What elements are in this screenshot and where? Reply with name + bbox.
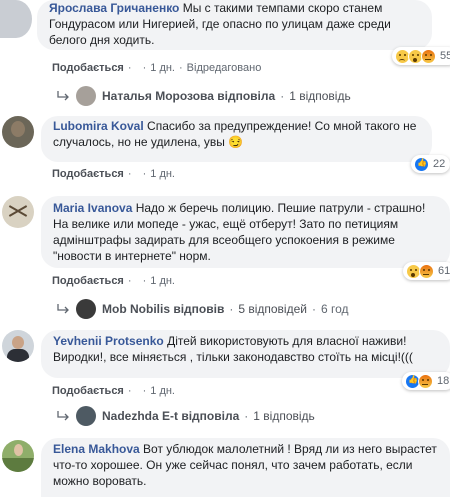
comment-bubble: Ярослава Гричаненко Мы с такими темпами … — [37, 0, 432, 50]
reply-link[interactable] — [136, 168, 139, 180]
reply-author[interactable]: Наталья Морозова відповіла — [102, 89, 275, 103]
avatar[interactable] — [2, 116, 34, 148]
reaction-count: 22 — [433, 158, 446, 170]
reaction-summary[interactable]: 18 — [402, 372, 450, 390]
reply-count[interactable]: 1 відповідь — [289, 89, 351, 103]
like-reaction-icon — [414, 156, 429, 172]
avatar[interactable] — [0, 0, 32, 38]
comment-author[interactable]: Lubomira Koval — [53, 119, 144, 133]
edited-label: Відредаговано — [186, 62, 262, 74]
reply-avatar — [76, 86, 96, 106]
comment-bubble: Elena Makhova Вот ублюдок малолетний ! В… — [41, 438, 450, 497]
reaction-count: 61 — [438, 265, 450, 277]
comment-bubble: Maria Ivanova Надо ж беречь полицию. Пеш… — [41, 196, 450, 268]
replies-toggle[interactable]: Mob Nobilis відповів · 5 відповідей · 6 го… — [56, 299, 349, 319]
like-link[interactable]: Подобається — [52, 168, 124, 180]
reaction-summary[interactable]: 61 — [403, 262, 450, 280]
comment-time[interactable]: 1 дн. — [150, 62, 175, 74]
replies-toggle[interactable]: Наталья Морозова відповіла · 1 відповідь — [56, 86, 351, 106]
comment-author[interactable]: Yevhenii Protsenko — [53, 334, 164, 348]
reply-link[interactable] — [136, 275, 139, 287]
angry-reaction-icon — [418, 373, 433, 389]
reaction-summary[interactable]: 22 — [411, 155, 450, 173]
reply-count[interactable]: 5 відповідей — [238, 302, 307, 316]
like-link[interactable]: Подобається — [52, 62, 124, 74]
avatar[interactable] — [2, 196, 34, 228]
comment-actions: Подобається · · 1 дн. — [52, 275, 175, 287]
reply-count[interactable]: 1 відповідь — [253, 409, 315, 423]
comment-time[interactable]: 1 дн. — [150, 275, 175, 287]
comment-bubble: Yevhenii Protsenko Дітей використовують … — [41, 330, 450, 378]
reply-author[interactable]: Nadezhda E-t відповіла — [102, 409, 239, 423]
comment-time[interactable]: 1 дн. — [150, 385, 175, 397]
angry-reaction-icon — [421, 48, 436, 64]
reaction-count: 55 — [440, 50, 450, 62]
reply-arrow-icon — [57, 411, 69, 421]
reply-arrow-icon — [57, 91, 69, 101]
reaction-summary[interactable]: 55 — [392, 47, 450, 65]
comment-actions: Подобається · · 1 дн. — [52, 168, 175, 180]
like-link[interactable]: Подобається — [52, 275, 124, 287]
replies-toggle[interactable]: Nadezhda E-t відповіла · 1 відповідь — [56, 406, 315, 426]
reply-time[interactable]: 6 год — [321, 302, 349, 316]
comment-author[interactable]: Ярослава Гричаненко — [49, 1, 179, 15]
like-link[interactable]: Подобається — [52, 385, 124, 397]
comment-actions: Подобається · · 1 дн. · Відредаговано — [52, 62, 262, 74]
comment-author[interactable]: Maria Ivanova — [53, 201, 132, 215]
avatar[interactable] — [2, 330, 34, 362]
angry-reaction-icon — [419, 263, 434, 279]
comment-author[interactable]: Elena Makhova — [53, 442, 140, 456]
comment-time[interactable]: 1 дн. — [150, 168, 175, 180]
avatar[interactable] — [2, 440, 34, 472]
comment-bubble: Lubomira Koval Спасибо за предупреждение… — [41, 116, 432, 162]
reply-arrow-icon — [57, 304, 69, 314]
reply-link[interactable] — [136, 385, 139, 397]
reply-link[interactable] — [136, 62, 139, 74]
reaction-count: 18 — [437, 375, 450, 387]
reply-avatar — [76, 299, 96, 319]
reply-avatar — [76, 406, 96, 426]
reply-author[interactable]: Mob Nobilis відповів — [102, 302, 224, 316]
comment-actions: Подобається · · 1 дн. — [52, 385, 175, 397]
